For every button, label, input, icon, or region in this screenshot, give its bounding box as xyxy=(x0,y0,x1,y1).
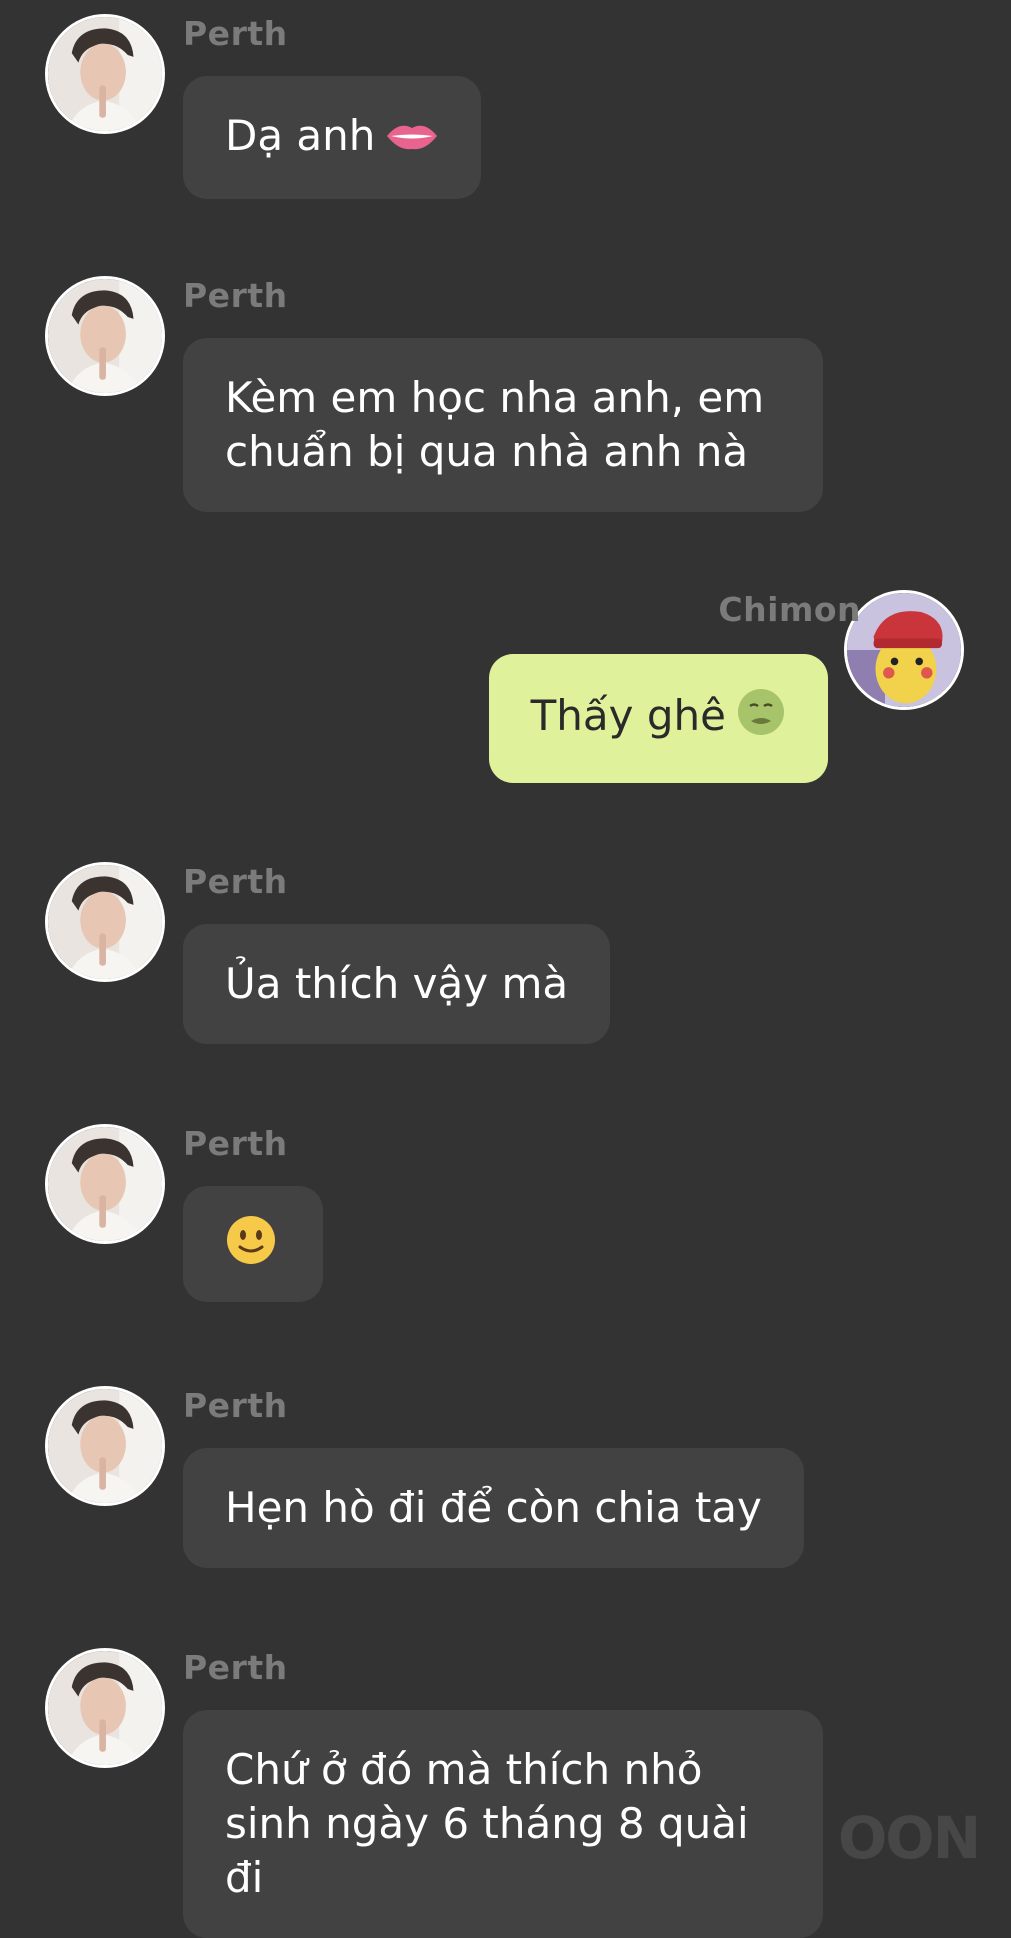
watermark-logo: OON xyxy=(838,1804,981,1872)
sender-name: Perth xyxy=(183,1124,288,1163)
avatar-perth-icon xyxy=(48,17,162,131)
avatar-perth-icon xyxy=(48,1389,162,1503)
avatar[interactable] xyxy=(45,862,165,982)
message-bubble[interactable]: Thấy ghê xyxy=(488,654,828,783)
avatar-perth-icon xyxy=(48,279,162,393)
avatar-perth-icon xyxy=(48,865,162,979)
sender-name: Perth xyxy=(183,1386,288,1425)
avatar[interactable] xyxy=(844,590,964,710)
message-bubble[interactable]: Dạ anh xyxy=(183,76,482,199)
chat-thread: Perth Dạ anh Perth Kèm em học nha anh, e… xyxy=(0,0,1011,1938)
lips-emoji-icon xyxy=(385,112,439,166)
message-bubble[interactable] xyxy=(183,1186,323,1302)
sender-name: Perth xyxy=(183,14,288,53)
avatar[interactable] xyxy=(45,14,165,134)
avatar-perth-icon xyxy=(48,1651,162,1765)
avatar[interactable] xyxy=(45,1648,165,1768)
nauseated-emoji-icon xyxy=(736,687,786,750)
message-text: Thấy ghê xyxy=(530,691,726,740)
message-bubble[interactable]: Ủa thích vậy mà xyxy=(183,924,611,1044)
avatar-perth-icon xyxy=(48,1127,162,1241)
avatar-chimon-icon xyxy=(847,593,961,707)
sender-name: Perth xyxy=(183,276,288,315)
avatar[interactable] xyxy=(45,1124,165,1244)
message-text: Hẹn hò đi để còn chia tay xyxy=(225,1483,762,1532)
message-text: Ủa thích vậy mà xyxy=(225,959,569,1008)
message-bubble[interactable]: Hẹn hò đi để còn chia tay xyxy=(183,1448,804,1568)
sender-name: Perth xyxy=(183,1648,288,1687)
sender-name: Chimon xyxy=(718,590,861,629)
message-text: Chứ ở đó mà thích nhỏ sinh ngày 6 tháng … xyxy=(225,1745,749,1902)
message-text: Dạ anh xyxy=(225,111,376,160)
sender-name: Perth xyxy=(183,862,288,901)
slight-smile-emoji-icon xyxy=(225,1214,277,1279)
message-bubble[interactable]: Chứ ở đó mà thích nhỏ sinh ngày 6 tháng … xyxy=(183,1710,823,1938)
avatar[interactable] xyxy=(45,1386,165,1506)
message-bubble[interactable]: Kèm em học nha anh, em chuẩn bị qua nhà … xyxy=(183,338,823,512)
message-text: Kèm em học nha anh, em chuẩn bị qua nhà … xyxy=(225,373,765,476)
avatar[interactable] xyxy=(45,276,165,396)
